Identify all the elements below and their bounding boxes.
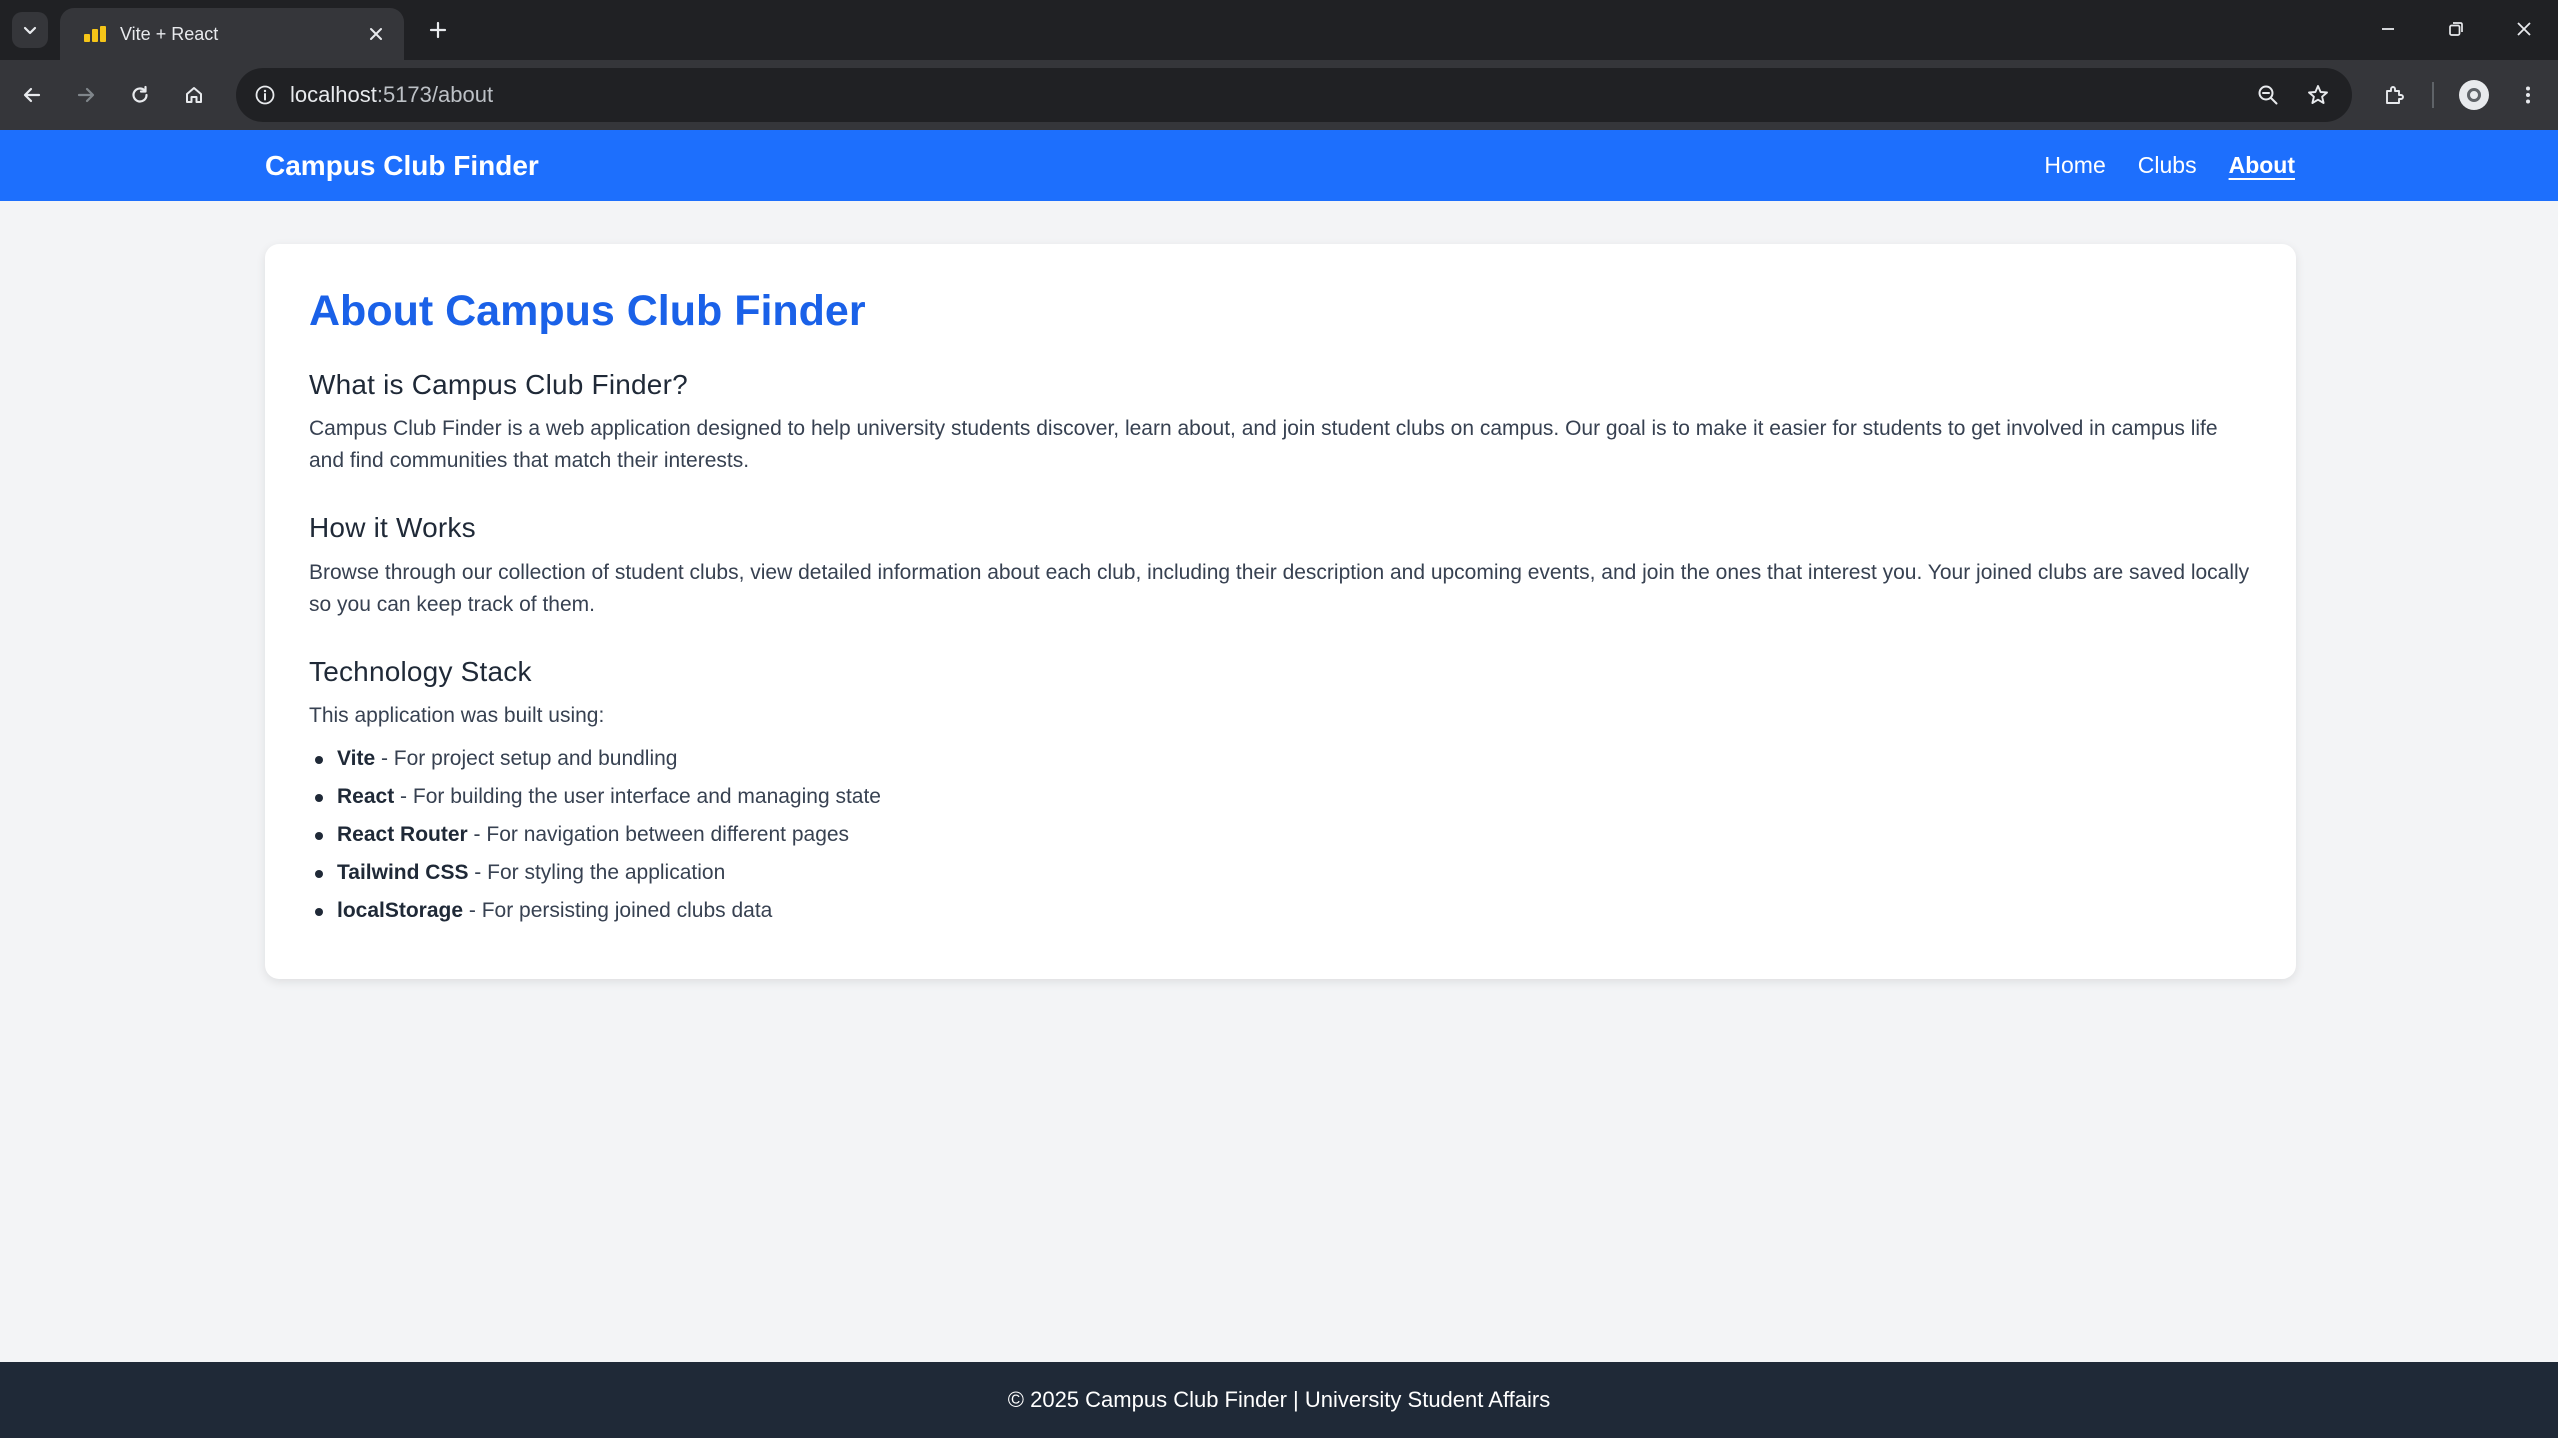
- forward-button[interactable]: [66, 75, 106, 115]
- new-tab-button[interactable]: [420, 12, 456, 48]
- footer-text: © 2025 Campus Club Finder | University S…: [1007, 1387, 1551, 1412]
- section-body-what: Campus Club Finder is a web application …: [309, 417, 2218, 473]
- url-path: :5173/about: [376, 82, 494, 107]
- minimize-icon: [2382, 28, 2394, 30]
- tech-name: Vite: [337, 747, 376, 771]
- section-heading-stack: Technology Stack: [309, 655, 532, 687]
- back-button[interactable]: [12, 75, 52, 115]
- info-icon: [255, 85, 275, 105]
- tech-name: Tailwind CSS: [337, 861, 469, 885]
- reload-icon: [132, 85, 148, 103]
- tech-desc: - For building the user interface and ma…: [394, 785, 881, 809]
- section-heading-how: How it Works: [309, 512, 476, 544]
- profile-button[interactable]: [2454, 75, 2494, 115]
- home-button[interactable]: [174, 75, 214, 115]
- vite-favicon-icon: [84, 26, 106, 42]
- url-host: localhost: [290, 82, 377, 107]
- tech-desc: - For persisting joined clubs data: [463, 899, 773, 923]
- tech-name: React Router: [337, 823, 468, 847]
- list-item: Tailwind CSS - For styling the applicati…: [309, 854, 2252, 892]
- browser-tabstrip: Vite + React: [0, 0, 2558, 60]
- tech-desc: - For navigation between different pages: [467, 823, 850, 847]
- arrow-right-icon: [77, 87, 95, 103]
- nav-link-home[interactable]: Home: [2044, 152, 2105, 179]
- close-window-button[interactable]: [2494, 6, 2554, 52]
- zoom-button[interactable]: [2250, 77, 2286, 113]
- nav-link-clubs[interactable]: Clubs: [2138, 152, 2197, 179]
- section-body-how: Browse through our collection of student…: [309, 560, 2250, 616]
- list-item: React - For building the user interface …: [309, 778, 2252, 816]
- minimize-button[interactable]: [2358, 6, 2418, 52]
- list-item: Vite - For project setup and bundling: [309, 740, 2252, 778]
- page-title: About Campus Club Finder: [309, 287, 866, 335]
- list-item: React Router - For navigation between di…: [309, 816, 2252, 854]
- bullet-icon: [315, 794, 323, 803]
- browser-toolbar: localhost:5173/about: [0, 60, 2558, 130]
- url-text[interactable]: localhost:5173/about: [290, 68, 493, 122]
- about-card: About Campus Club Finder What is Campus …: [265, 244, 2296, 979]
- toolbar-divider: [2432, 82, 2434, 108]
- close-icon: [370, 28, 382, 40]
- tech-name: React: [337, 785, 395, 809]
- list-item: localStorage - For persisting joined clu…: [309, 892, 2252, 930]
- tech-name: localStorage: [337, 899, 464, 923]
- bookmark-button[interactable]: [2300, 77, 2336, 113]
- close-icon: [2517, 22, 2531, 36]
- browser-menu-button[interactable]: [2508, 75, 2548, 115]
- avatar: [2459, 80, 2489, 110]
- tech-desc: - For project setup and bundling: [375, 747, 678, 771]
- bullet-icon: [315, 756, 323, 765]
- arrow-left-icon: [23, 87, 41, 103]
- app-navbar: Campus Club Finder Home Clubs About: [0, 130, 2558, 201]
- address-bar[interactable]: localhost:5173/about: [236, 68, 2352, 122]
- tab-search-button[interactable]: [12, 12, 48, 48]
- home-icon: [186, 87, 202, 103]
- bullet-icon: [315, 832, 323, 841]
- chevron-down-icon: [23, 26, 37, 35]
- nav-link-about[interactable]: About: [2229, 152, 2295, 179]
- brand-logo[interactable]: Campus Club Finder: [265, 130, 539, 201]
- zoom-icon: [2258, 85, 2278, 105]
- tech-stack-list: Vite - For project setup and bundling Re…: [309, 740, 2252, 930]
- star-icon: [2308, 85, 2328, 104]
- browser-tab[interactable]: Vite + React: [60, 8, 404, 60]
- page-footer: © 2025 Campus Club Finder | University S…: [0, 1362, 2558, 1438]
- extensions-button[interactable]: [2374, 75, 2414, 115]
- section-body-stack: This application was built using:: [309, 704, 605, 728]
- section-heading-what: What is Campus Club Finder?: [309, 368, 688, 400]
- nav-links: Home Clubs About: [2044, 130, 2295, 201]
- reload-button[interactable]: [120, 75, 160, 115]
- tab-title: Vite + React: [120, 23, 219, 44]
- more-vertical-icon: [2526, 86, 2530, 104]
- puzzle-icon: [2386, 86, 2404, 104]
- bullet-icon: [315, 908, 323, 917]
- plus-icon: [429, 21, 447, 39]
- restore-icon: [2449, 22, 2463, 36]
- tab-close-button[interactable]: [362, 20, 390, 48]
- bullet-icon: [315, 870, 323, 879]
- tech-desc: - For styling the application: [468, 861, 726, 885]
- site-info-button[interactable]: [248, 78, 282, 112]
- restore-button[interactable]: [2426, 6, 2486, 52]
